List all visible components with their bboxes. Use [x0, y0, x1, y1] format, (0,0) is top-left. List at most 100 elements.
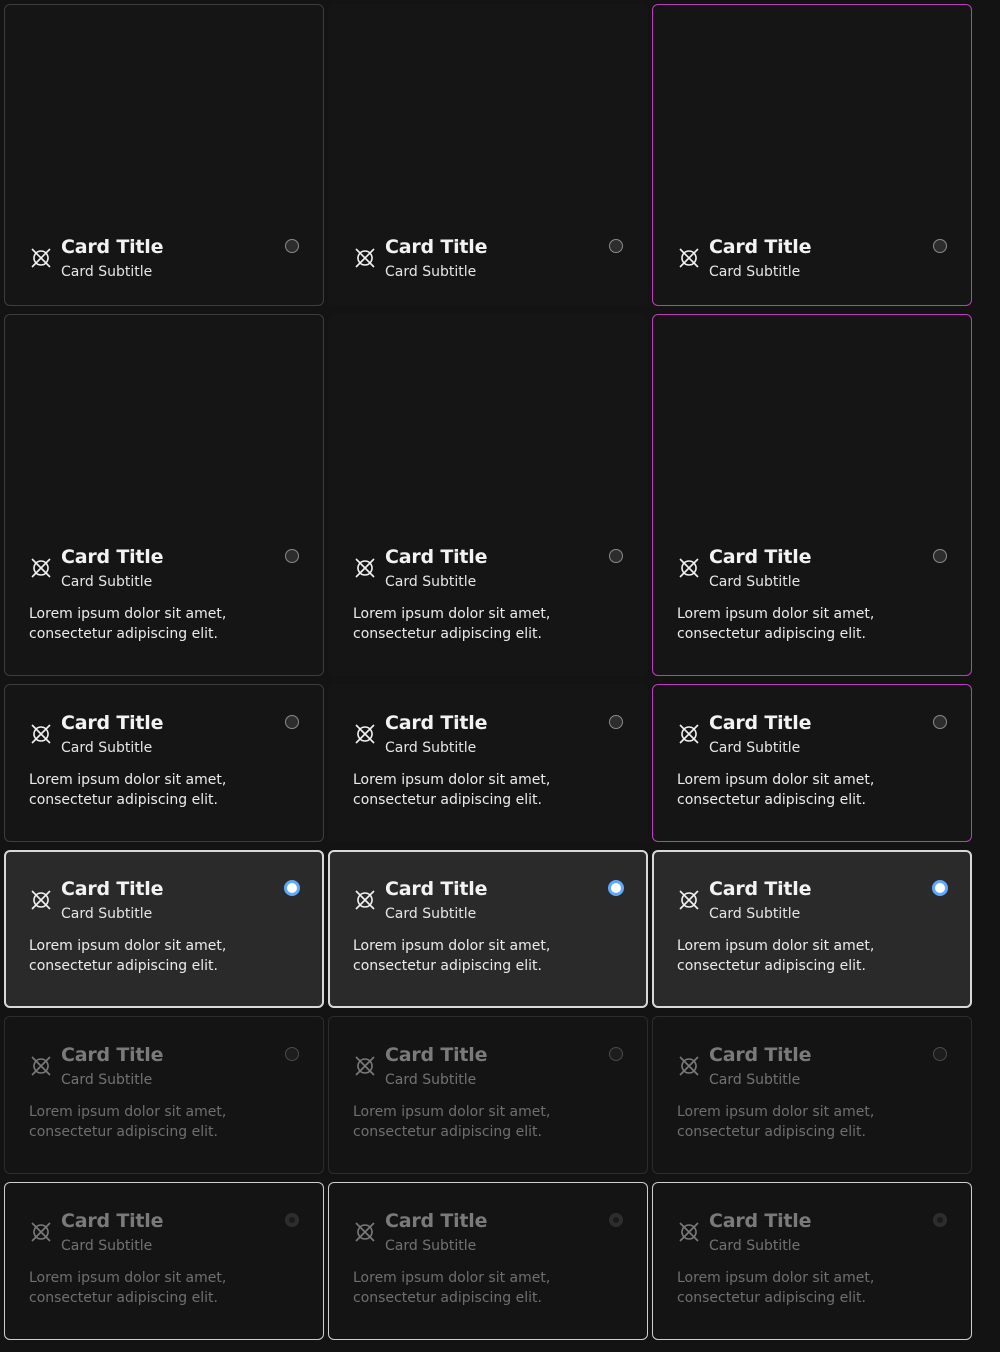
card-body: Lorem ipsum dolor sit amet, consectetur …	[353, 1270, 551, 1306]
card-selected[interactable]: Card Title Card Subtitle Lorem ipsum dol…	[652, 850, 972, 1008]
card-body: Lorem ipsum dolor sit amet, consectetur …	[353, 606, 551, 642]
card-subtitle: Card Subtitle	[61, 1072, 153, 1088]
card[interactable]: Card Title Card Subtitle Lorem ipsum dol…	[652, 684, 972, 842]
card-subtitle: Card Subtitle	[385, 1072, 477, 1088]
no-image-icon	[31, 1056, 51, 1076]
radio-button-disabled	[285, 1047, 299, 1061]
card-header: Card Title Card Subtitle	[677, 712, 947, 760]
radio-button[interactable]	[933, 239, 947, 253]
card[interactable]: Card Title Card Subtitle	[328, 4, 648, 306]
card-header: Card Title Card Subtitle	[353, 712, 623, 760]
radio-button[interactable]	[285, 239, 299, 253]
no-image-icon	[355, 724, 375, 744]
card-body: Lorem ipsum dolor sit amet, consectetur …	[29, 606, 227, 642]
card-body: Lorem ipsum dolor sit amet, consectetur …	[29, 1270, 227, 1306]
card-header: Card Title Card Subtitle	[29, 236, 299, 284]
no-image-icon	[31, 724, 51, 744]
card-body: Lorem ipsum dolor sit amet, consectetur …	[29, 1104, 227, 1140]
card-header: Card Title Card Subtitle	[353, 1210, 623, 1258]
card-header: Card Title Card Subtitle	[353, 878, 624, 926]
card-title: Card Title	[61, 878, 164, 900]
card-header: Card Title Card Subtitle	[29, 712, 299, 760]
card-subtitle: Card Subtitle	[709, 264, 801, 280]
card-subtitle: Card Subtitle	[61, 264, 153, 280]
no-image-icon	[679, 890, 699, 910]
card[interactable]: Card Title Card Subtitle	[652, 4, 972, 306]
card-header: Card Title Card Subtitle	[677, 236, 947, 284]
card-subtitle: Card Subtitle	[385, 264, 477, 280]
card-subtitle: Card Subtitle	[385, 740, 477, 756]
radio-button[interactable]	[609, 715, 623, 729]
radio-button[interactable]	[285, 715, 299, 729]
card-subtitle: Card Subtitle	[709, 1238, 801, 1254]
card-subtitle: Card Subtitle	[709, 906, 801, 922]
card-body: Lorem ipsum dolor sit amet, consectetur …	[677, 606, 875, 642]
no-image-icon	[355, 1222, 375, 1242]
no-image-icon	[679, 724, 699, 744]
no-image-icon	[679, 248, 699, 268]
card-title: Card Title	[385, 1210, 488, 1232]
card[interactable]: Card Title Card Subtitle Lorem ipsum dol…	[4, 314, 324, 676]
card[interactable]: Card Title Card Subtitle Lorem ipsum dol…	[328, 314, 648, 676]
card-subtitle: Card Subtitle	[385, 574, 477, 590]
card-body: Lorem ipsum dolor sit amet, consectetur …	[677, 1104, 875, 1140]
radio-button-disabled-selected	[933, 1213, 947, 1227]
card-title: Card Title	[709, 878, 812, 900]
card-title: Card Title	[709, 546, 812, 568]
no-image-icon	[355, 558, 375, 578]
card-title: Card Title	[385, 1044, 488, 1066]
card-title: Card Title	[61, 1044, 164, 1066]
card-title: Card Title	[385, 712, 488, 734]
card-body: Lorem ipsum dolor sit amet, consectetur …	[677, 938, 875, 974]
radio-button[interactable]	[933, 549, 947, 563]
card-disabled: Card Title Card Subtitle Lorem ipsum dol…	[4, 1016, 324, 1174]
radio-button-selected[interactable]	[284, 880, 300, 896]
card-disabled-selected: Card Title Card Subtitle Lorem ipsum dol…	[4, 1182, 324, 1340]
card-title: Card Title	[61, 712, 164, 734]
no-image-icon	[355, 1056, 375, 1076]
card-header: Card Title Card Subtitle	[29, 1044, 299, 1092]
card-header: Card Title Card Subtitle	[677, 1210, 947, 1258]
radio-button-disabled	[933, 1047, 947, 1061]
card-disabled-selected: Card Title Card Subtitle Lorem ipsum dol…	[328, 1182, 648, 1340]
no-image-icon	[31, 558, 51, 578]
card-header: Card Title Card Subtitle	[353, 1044, 623, 1092]
radio-button-disabled	[609, 1047, 623, 1061]
card-header: Card Title Card Subtitle	[677, 878, 948, 926]
radio-button[interactable]	[609, 239, 623, 253]
card-subtitle: Card Subtitle	[385, 906, 477, 922]
card-header: Card Title Card Subtitle	[677, 1044, 947, 1092]
card-selected[interactable]: Card Title Card Subtitle Lorem ipsum dol…	[4, 850, 324, 1008]
no-image-icon	[355, 248, 375, 268]
card-subtitle: Card Subtitle	[385, 1238, 477, 1254]
card-body: Lorem ipsum dolor sit amet, consectetur …	[353, 938, 551, 974]
radio-button-selected[interactable]	[608, 880, 624, 896]
radio-button[interactable]	[933, 715, 947, 729]
card-disabled: Card Title Card Subtitle Lorem ipsum dol…	[328, 1016, 648, 1174]
card-subtitle: Card Subtitle	[709, 1072, 801, 1088]
card-title: Card Title	[385, 546, 488, 568]
no-image-icon	[31, 890, 51, 910]
card[interactable]: Card Title Card Subtitle Lorem ipsum dol…	[652, 314, 972, 676]
card-title: Card Title	[709, 236, 812, 258]
card[interactable]: Card Title Card Subtitle	[4, 4, 324, 306]
no-image-icon	[679, 1056, 699, 1076]
card-title: Card Title	[709, 1210, 812, 1232]
radio-button[interactable]	[285, 549, 299, 563]
radio-button[interactable]	[609, 549, 623, 563]
card-header: Card Title Card Subtitle	[677, 546, 947, 594]
card-subtitle: Card Subtitle	[61, 574, 153, 590]
card[interactable]: Card Title Card Subtitle Lorem ipsum dol…	[328, 684, 648, 842]
no-image-icon	[31, 1222, 51, 1242]
radio-button-selected[interactable]	[932, 880, 948, 896]
card-title: Card Title	[61, 546, 164, 568]
card-title: Card Title	[709, 1044, 812, 1066]
card-title: Card Title	[61, 236, 164, 258]
card-body: Lorem ipsum dolor sit amet, consectetur …	[677, 1270, 875, 1306]
card[interactable]: Card Title Card Subtitle Lorem ipsum dol…	[4, 684, 324, 842]
card-body: Lorem ipsum dolor sit amet, consectetur …	[353, 772, 551, 808]
card-title: Card Title	[385, 878, 488, 900]
no-image-icon	[355, 890, 375, 910]
card-selected[interactable]: Card Title Card Subtitle Lorem ipsum dol…	[328, 850, 648, 1008]
card-subtitle: Card Subtitle	[61, 906, 153, 922]
